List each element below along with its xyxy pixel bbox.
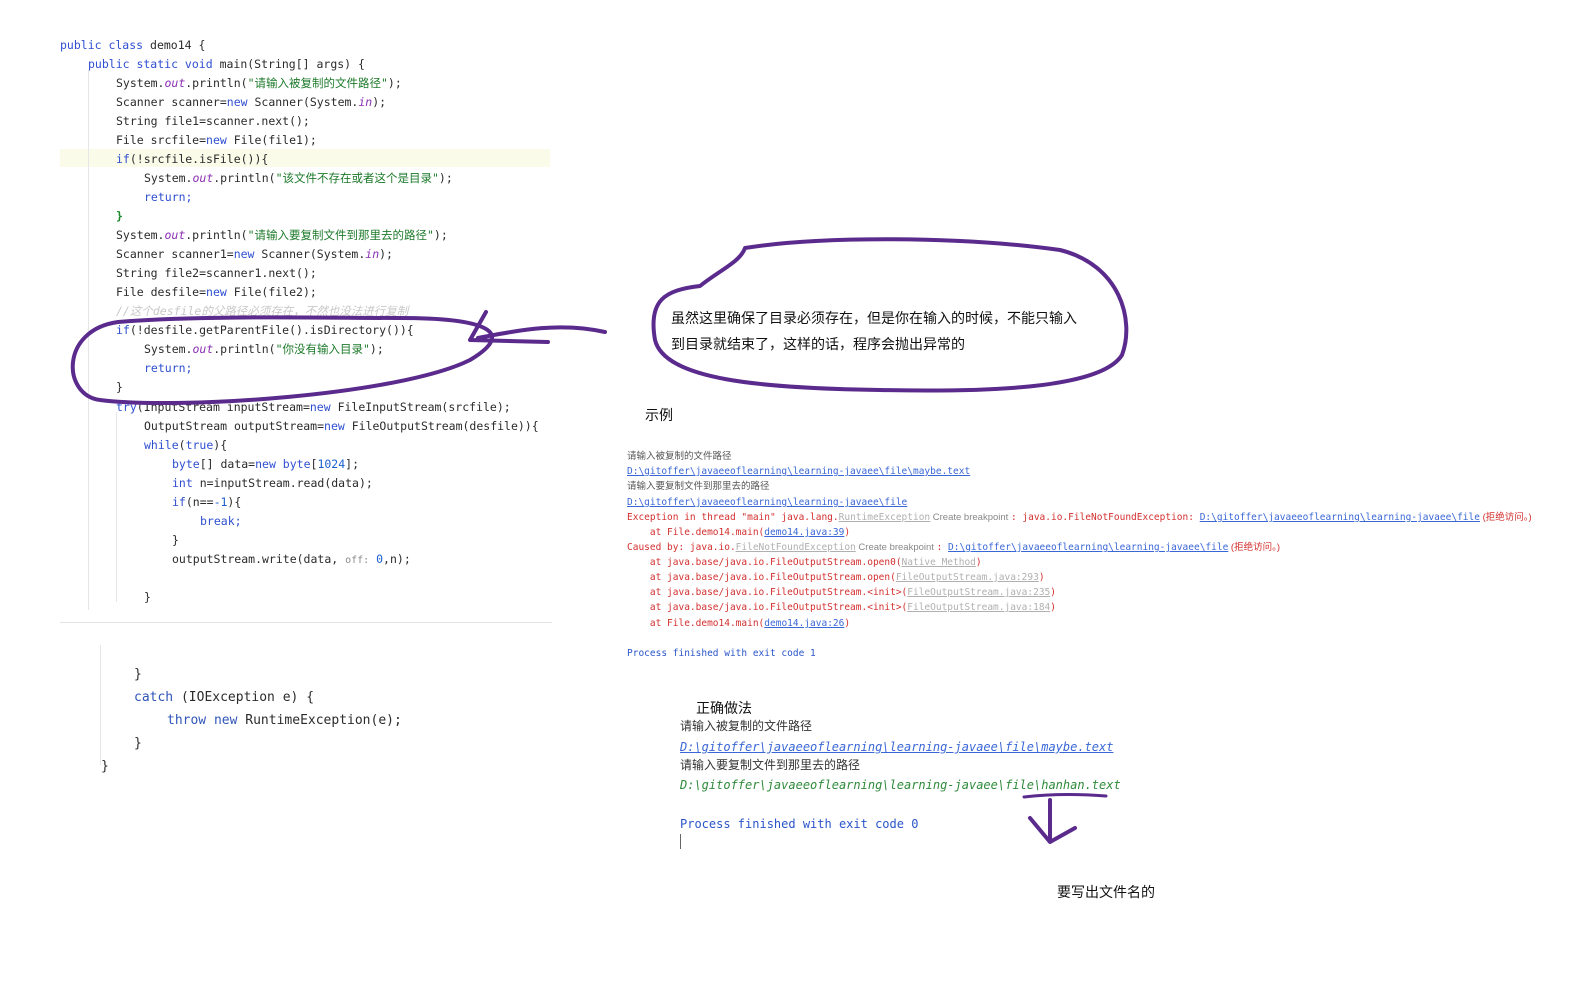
stack-trace-line: at File.demo14.main(demo14.java:26) — [627, 618, 851, 629]
source-link[interactable]: FileOutputStream.java:235 — [907, 587, 1050, 598]
exception-link[interactable]: FileNotFoundException — [736, 542, 856, 553]
filename-note: 要写出文件名的 — [1057, 884, 1155, 900]
source-link[interactable]: Native Method — [902, 557, 976, 568]
console-link[interactable]: D:\gitoffer\javaeeoflearning\learning-ja… — [1200, 512, 1480, 523]
text-cursor — [680, 834, 681, 849]
stack-trace-line: at java.base/java.io.FileOutputStream.op… — [627, 557, 982, 568]
example-label: 示例 — [645, 407, 673, 423]
process-exit-line: Process finished with exit code 0 — [680, 817, 919, 831]
console-input-line: D:\gitoffer\javaeeoflearning\learning-ja… — [680, 778, 1121, 792]
source-link[interactable]: FileOutputStream.java:293 — [896, 572, 1039, 583]
ink-arrow — [476, 325, 607, 340]
process-exit-line: Process finished with exit code 1 — [627, 648, 816, 659]
create-breakpoint-link[interactable]: Create breakpoint — [856, 542, 937, 553]
console-line: 请输入被复制的文件路径 — [680, 719, 813, 733]
source-link[interactable]: demo14.java:39 — [764, 527, 844, 538]
correct-approach-label: 正确做法 — [696, 700, 752, 716]
console-line: 请输入要复制文件到那里去的路径 — [627, 481, 770, 492]
create-breakpoint-link[interactable]: Create breakpoint — [930, 512, 1011, 523]
stack-trace-line: at java.base/java.io.FileOutputStream.<i… — [627, 587, 1056, 598]
ink-down-arrow — [1028, 798, 1077, 844]
console-error-line: Exception in thread "main" java.lang.Run… — [627, 512, 1532, 523]
stack-trace-line: at java.base/java.io.FileOutputStream.op… — [627, 572, 1045, 583]
stack-trace-line: at java.base/java.io.FileOutputStream.<i… — [627, 602, 1056, 613]
console-line: 请输入要复制文件到那里去的路径 — [680, 758, 861, 772]
source-link[interactable]: demo14.java:26 — [764, 618, 844, 629]
exception-link[interactable]: RuntimeException — [839, 512, 931, 523]
console-line: 请输入被复制的文件路径 — [627, 451, 732, 462]
console-error-line: Caused by: java.io.FileNotFoundException… — [627, 542, 1281, 553]
source-link[interactable]: FileOutputStream.java:184 — [907, 602, 1050, 613]
ink-underline — [1022, 793, 1108, 799]
console-link[interactable]: D:\gitoffer\javaeeoflearning\learning-ja… — [627, 466, 970, 478]
bubble-text-line2: 到目录就结束了，这样的话，程序会抛出异常的 — [671, 336, 965, 352]
stack-trace-line: at File.demo14.main(demo14.java:39) — [627, 527, 851, 538]
console-link[interactable]: D:\gitoffer\javaeeoflearning\learning-ja… — [680, 739, 1113, 755]
bubble-text-line1: 虽然这里确保了目录必须存在，但是你在输入的时候，不能只输入 — [671, 310, 1077, 326]
ink-circle — [70, 315, 494, 406]
console-link[interactable]: D:\gitoffer\javaeeoflearning\learning-ja… — [627, 497, 907, 509]
console-link[interactable]: D:\gitoffer\javaeeoflearning\learning-ja… — [948, 542, 1228, 553]
